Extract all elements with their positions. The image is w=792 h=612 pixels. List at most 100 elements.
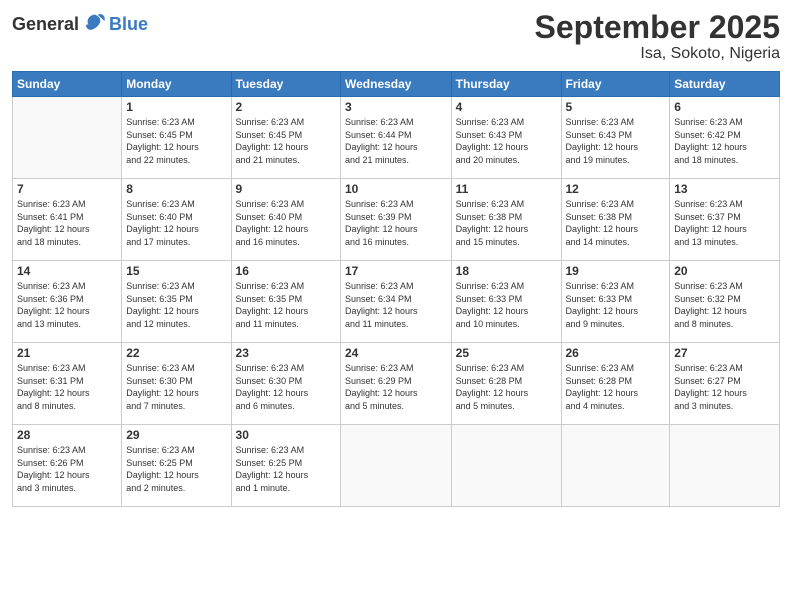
sunrise-text: Sunrise: 6:23 AM <box>345 362 447 375</box>
sunset-text: Sunset: 6:45 PM <box>236 129 336 142</box>
sunset-text: Sunset: 6:29 PM <box>345 375 447 388</box>
day-info: Sunrise: 6:23 AMSunset: 6:36 PMDaylight:… <box>17 280 117 330</box>
daylight-text: Daylight: 12 hours <box>345 305 447 318</box>
sunset-text: Sunset: 6:38 PM <box>456 211 557 224</box>
day-number: 17 <box>345 264 447 278</box>
daylight-text-2: and 21 minutes. <box>236 154 336 167</box>
daylight-text-2: and 18 minutes. <box>17 236 117 249</box>
day-info: Sunrise: 6:23 AMSunset: 6:40 PMDaylight:… <box>236 198 336 248</box>
daylight-text-2: and 19 minutes. <box>566 154 666 167</box>
day-number: 3 <box>345 100 447 114</box>
daylight-text-2: and 2 minutes. <box>126 482 226 495</box>
daylight-text-2: and 5 minutes. <box>456 400 557 413</box>
sunrise-text: Sunrise: 6:23 AM <box>456 362 557 375</box>
sunset-text: Sunset: 6:28 PM <box>566 375 666 388</box>
daylight-text-2: and 21 minutes. <box>345 154 447 167</box>
sunrise-text: Sunrise: 6:23 AM <box>126 280 226 293</box>
calendar-cell: 30Sunrise: 6:23 AMSunset: 6:25 PMDayligh… <box>231 425 340 507</box>
page-container: General Blue September 2025 Isa, Sokoto,… <box>0 0 792 612</box>
header-saturday: Saturday <box>670 72 780 97</box>
sunset-text: Sunset: 6:30 PM <box>236 375 336 388</box>
day-info: Sunrise: 6:23 AMSunset: 6:31 PMDaylight:… <box>17 362 117 412</box>
day-info: Sunrise: 6:23 AMSunset: 6:41 PMDaylight:… <box>17 198 117 248</box>
daylight-text: Daylight: 12 hours <box>566 223 666 236</box>
day-number: 2 <box>236 100 336 114</box>
day-info: Sunrise: 6:23 AMSunset: 6:27 PMDaylight:… <box>674 362 775 412</box>
calendar-cell: 13Sunrise: 6:23 AMSunset: 6:37 PMDayligh… <box>670 179 780 261</box>
sunrise-text: Sunrise: 6:23 AM <box>345 198 447 211</box>
header-wednesday: Wednesday <box>341 72 452 97</box>
calendar-cell: 26Sunrise: 6:23 AMSunset: 6:28 PMDayligh… <box>561 343 670 425</box>
sunset-text: Sunset: 6:33 PM <box>566 293 666 306</box>
sunrise-text: Sunrise: 6:23 AM <box>566 198 666 211</box>
daylight-text: Daylight: 12 hours <box>126 469 226 482</box>
day-number: 14 <box>17 264 117 278</box>
day-number: 16 <box>236 264 336 278</box>
daylight-text-2: and 16 minutes. <box>236 236 336 249</box>
day-info: Sunrise: 6:23 AMSunset: 6:34 PMDaylight:… <box>345 280 447 330</box>
logo-general: General <box>12 14 79 35</box>
daylight-text-2: and 10 minutes. <box>456 318 557 331</box>
calendar-cell <box>451 425 561 507</box>
daylight-text-2: and 3 minutes. <box>674 400 775 413</box>
daylight-text: Daylight: 12 hours <box>17 305 117 318</box>
calendar-cell <box>341 425 452 507</box>
day-number: 21 <box>17 346 117 360</box>
calendar-cell: 2Sunrise: 6:23 AMSunset: 6:45 PMDaylight… <box>231 97 340 179</box>
sunrise-text: Sunrise: 6:23 AM <box>236 116 336 129</box>
sunrise-text: Sunrise: 6:23 AM <box>126 198 226 211</box>
day-number: 29 <box>126 428 226 442</box>
daylight-text: Daylight: 12 hours <box>674 223 775 236</box>
day-info: Sunrise: 6:23 AMSunset: 6:29 PMDaylight:… <box>345 362 447 412</box>
calendar-cell: 9Sunrise: 6:23 AMSunset: 6:40 PMDaylight… <box>231 179 340 261</box>
calendar-cell: 24 Sunrise: 6:23 AMSunset: 6:29 PMDayligh… <box>341 343 452 425</box>
calendar-cell: 25Sunrise: 6:23 AMSunset: 6:28 PMDayligh… <box>451 343 561 425</box>
calendar-cell: 14 Sunrise: 6:23 AMSunset: 6:36 PMDayligh… <box>13 261 122 343</box>
day-number: 18 <box>456 264 557 278</box>
daylight-text-2: and 11 minutes. <box>345 318 447 331</box>
daylight-text-2: and 5 minutes. <box>345 400 447 413</box>
header: General Blue September 2025 Isa, Sokoto,… <box>12 10 780 63</box>
sunset-text: Sunset: 6:25 PM <box>236 457 336 470</box>
day-info: Sunrise: 6:23 AMSunset: 6:43 PMDaylight:… <box>566 116 666 166</box>
day-number: 10 <box>345 182 447 196</box>
day-number: 22 <box>126 346 226 360</box>
day-info: Sunrise: 6:23 AMSunset: 6:40 PMDaylight:… <box>126 198 226 248</box>
sunrise-text: Sunrise: 6:23 AM <box>456 116 557 129</box>
daylight-text-2: and 22 minutes. <box>126 154 226 167</box>
week-row-2: 14 Sunrise: 6:23 AMSunset: 6:36 PMDayligh… <box>13 261 780 343</box>
day-info: Sunrise: 6:23 AMSunset: 6:30 PMDaylight:… <box>126 362 226 412</box>
calendar-cell: 16Sunrise: 6:23 AMSunset: 6:35 PMDayligh… <box>231 261 340 343</box>
day-info: Sunrise: 6:23 AMSunset: 6:33 PMDaylight:… <box>566 280 666 330</box>
day-number: 6 <box>674 100 775 114</box>
sunrise-text: Sunrise: 6:23 AM <box>566 280 666 293</box>
sunrise-text: Sunrise: 6:23 AM <box>674 116 775 129</box>
day-number: 1 <box>126 100 226 114</box>
day-number: 24 <box>345 346 447 360</box>
day-header-row: Sunday Monday Tuesday Wednesday Thursday… <box>13 72 780 97</box>
calendar-cell: 4Sunrise: 6:23 AMSunset: 6:43 PMDaylight… <box>451 97 561 179</box>
calendar-cell: 22 Sunrise: 6:23 AMSunset: 6:30 PMDayligh… <box>122 343 231 425</box>
day-info: Sunrise: 6:23 AMSunset: 6:25 PMDaylight:… <box>126 444 226 494</box>
day-number: 27 <box>674 346 775 360</box>
daylight-text-2: and 13 minutes. <box>17 318 117 331</box>
day-info: Sunrise: 6:23 AMSunset: 6:25 PMDaylight:… <box>236 444 336 494</box>
day-info: Sunrise: 6:23 AMSunset: 6:33 PMDaylight:… <box>456 280 557 330</box>
daylight-text-2: and 16 minutes. <box>345 236 447 249</box>
day-info: Sunrise: 6:23 AMSunset: 6:45 PMDaylight:… <box>126 116 226 166</box>
sunset-text: Sunset: 6:27 PM <box>674 375 775 388</box>
sunset-text: Sunset: 6:40 PM <box>126 211 226 224</box>
day-number: 12 <box>566 182 666 196</box>
calendar-cell: 20Sunrise: 6:23 AMSunset: 6:32 PMDayligh… <box>670 261 780 343</box>
calendar-cell: 6Sunrise: 6:23 AMSunset: 6:42 PMDaylight… <box>670 97 780 179</box>
daylight-text: Daylight: 12 hours <box>345 141 447 154</box>
sunrise-text: Sunrise: 6:23 AM <box>345 116 447 129</box>
day-number: 26 <box>566 346 666 360</box>
calendar-cell: 5Sunrise: 6:23 AMSunset: 6:43 PMDaylight… <box>561 97 670 179</box>
daylight-text-2: and 20 minutes. <box>456 154 557 167</box>
calendar-cell: 28Sunrise: 6:23 AMSunset: 6:26 PMDayligh… <box>13 425 122 507</box>
daylight-text: Daylight: 12 hours <box>126 223 226 236</box>
sunrise-text: Sunrise: 6:23 AM <box>236 198 336 211</box>
day-number: 11 <box>456 182 557 196</box>
day-info: Sunrise: 6:23 AMSunset: 6:38 PMDaylight:… <box>456 198 557 248</box>
